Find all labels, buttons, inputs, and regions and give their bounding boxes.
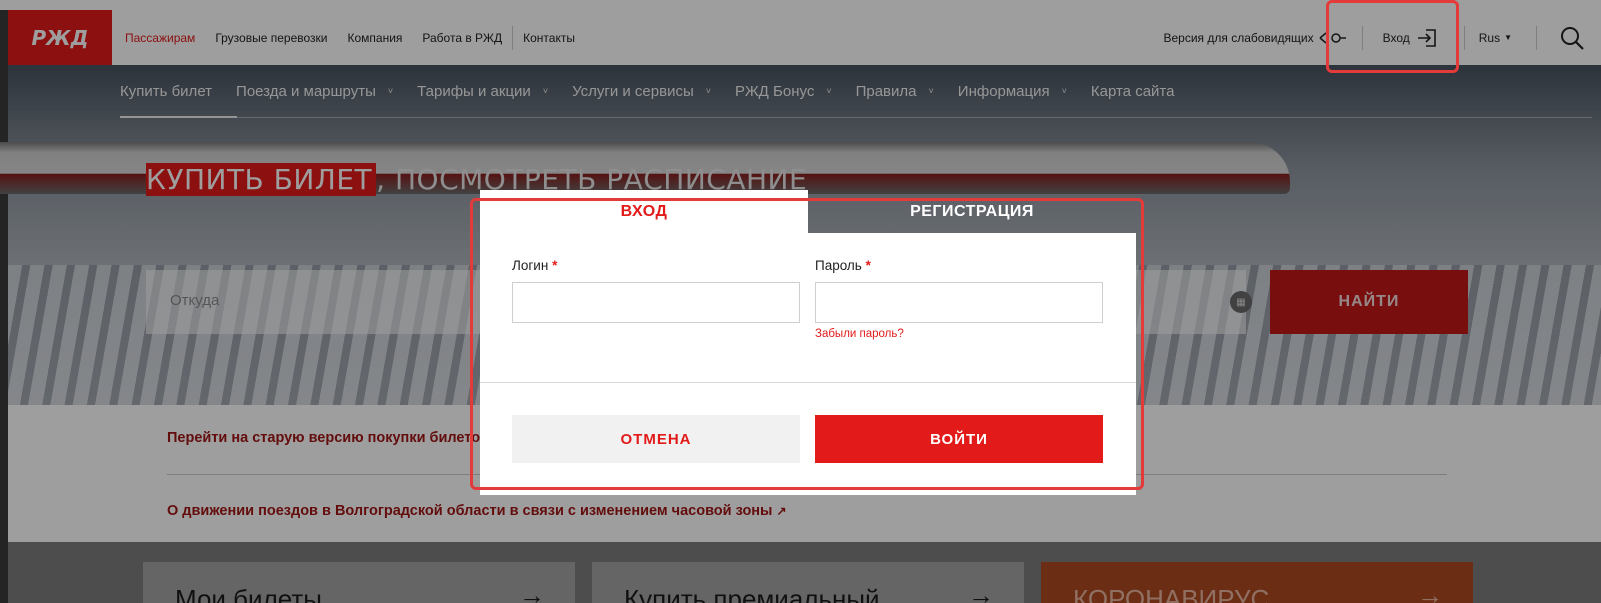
highlight-login-link xyxy=(1326,0,1459,73)
page: РЖД Пассажирам Грузовые перевозки Компан… xyxy=(0,0,1601,603)
highlight-login-modal xyxy=(470,198,1144,490)
